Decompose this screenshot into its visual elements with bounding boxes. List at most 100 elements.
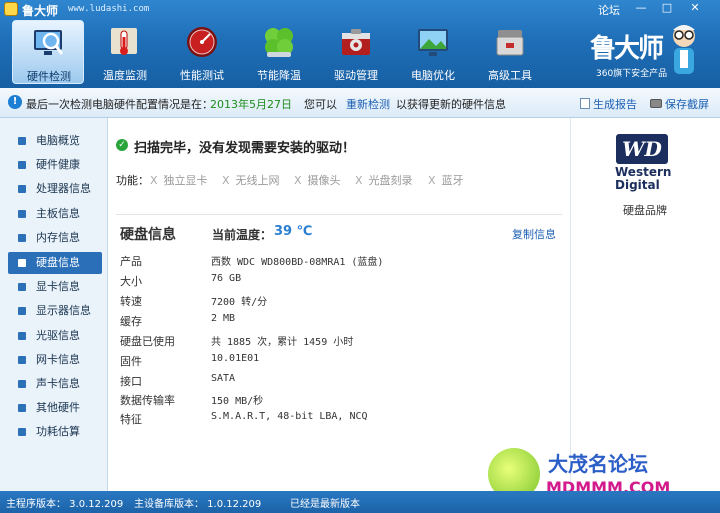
close-button[interactable]: ✕ — [686, 1, 704, 14]
last-scan-date: 2013年5月27日 — [210, 98, 292, 111]
function-item: X 摄像头 — [294, 172, 341, 188]
monitor-magnifier-icon — [34, 30, 64, 55]
row-value: 7200 转/分 — [211, 297, 268, 308]
tool-advanced[interactable]: 高级工具 — [474, 20, 546, 84]
db-version: 主设备库版本： 1.0.12.209 — [134, 499, 262, 510]
tool-temperature[interactable]: 温度监测 — [89, 20, 161, 84]
bullet-icon — [18, 259, 26, 267]
cross-icon: X — [355, 174, 363, 187]
tool-energy-saving[interactable]: 节能降温 — [243, 20, 315, 84]
bullet-icon — [18, 161, 26, 169]
main-version: 主程序版本： 3.0.12.209 — [6, 499, 124, 510]
row-value: 西数 WDC WD800BD-08MRA1 (蓝盘) — [211, 257, 384, 268]
restore-button[interactable]: □ — [658, 1, 676, 14]
row-value: 2 MB — [211, 313, 236, 324]
sidebar-item-label: 其他硬件 — [36, 401, 80, 414]
app-name: 鲁大师 — [22, 4, 59, 18]
info-bar: ! 最后一次检测电脑硬件配置情况是在： 2013年5月27日 您可以 重新检测 … — [0, 88, 720, 118]
sidebar-item-label: 声卡信息 — [36, 377, 80, 390]
wd-name-line2: Digital — [615, 178, 660, 192]
mascot-icon — [673, 25, 695, 74]
row-value: 10.01E01 — [211, 353, 260, 364]
app-logo-icon — [4, 2, 18, 16]
generate-report-label: 生成报告 — [593, 98, 637, 111]
function-item: X 光盘刻录 — [355, 172, 413, 188]
bullet-icon — [18, 283, 26, 291]
tool-driver-manage[interactable]: 驱动管理 — [320, 20, 392, 84]
sidebar-item-label: 硬件健康 — [36, 158, 80, 171]
disk-brand-caption: 硬盘品牌 — [623, 204, 667, 217]
check-icon: ✓ — [116, 139, 128, 151]
thermometer-icon — [111, 28, 137, 55]
scan-result-message: 扫描完毕，没有发现需要安装的驱动！ — [134, 141, 356, 156]
tool-optimize[interactable]: 电脑优化 — [397, 20, 469, 84]
bullet-icon — [18, 307, 26, 315]
sidebar-item-disk[interactable]: 硬盘信息 — [8, 252, 102, 274]
sidebar-item-gpu[interactable]: 显卡信息 — [8, 276, 102, 298]
app-url: www.ludashi.com — [68, 4, 150, 14]
sidebar-item-motherboard[interactable]: 主板信息 — [8, 203, 102, 225]
save-screenshot-button[interactable]: 保存截屏 — [650, 96, 709, 112]
info-row-transfer-rate: 数据传输率 150 MB/秒 — [120, 389, 560, 409]
sidebar-item-power[interactable]: 功耗估算 — [8, 421, 102, 443]
sidebar-item-label: 处理器信息 — [36, 182, 91, 195]
row-key: 硬盘已使用 — [120, 335, 175, 348]
info-row-cache: 缓存 2 MB — [120, 310, 560, 330]
info-icon: ! — [8, 95, 22, 109]
copy-info-link[interactable]: 复制信息 — [512, 226, 556, 242]
report-icon — [580, 98, 590, 109]
rescan-link[interactable]: 重新检测 — [346, 96, 390, 112]
clover-leaf-icon — [265, 28, 293, 57]
sidebar-item-optical[interactable]: 光驱信息 — [8, 325, 102, 347]
function-name: 摄像头 — [307, 174, 341, 187]
row-value: 150 MB/秒 — [211, 396, 264, 407]
tool-performance[interactable]: 性能测试 — [166, 20, 238, 84]
sidebar-item-sound[interactable]: 声卡信息 — [8, 373, 102, 395]
info-row-firmware: 固件 10.01E01 — [120, 350, 560, 370]
info-row-product: 产品 西数 WDC WD800BD-08MRA1 (蓝盘) — [120, 250, 560, 270]
tool-hardware-detect[interactable]: 硬件检测 — [12, 20, 84, 84]
sidebar-item-label: 内存信息 — [36, 231, 80, 244]
row-key: 固件 — [120, 355, 142, 368]
sidebar-item-label: 光驱信息 — [36, 329, 80, 342]
watermark-title: 大茂名论坛 — [548, 452, 648, 476]
sidebar-item-label: 功耗估算 — [36, 425, 80, 438]
function-item: X 蓝牙 — [428, 172, 464, 188]
sidebar-item-network[interactable]: 网卡信息 — [8, 349, 102, 371]
forum-link[interactable]: 论坛 — [598, 2, 620, 18]
main-toolbar: 硬件检测 温度监测 性能测试 节能降温 驱动管理 电脑优化 高级工具 — [8, 20, 568, 84]
row-value: 76 GB — [211, 273, 242, 284]
toolbox-icon — [496, 30, 524, 56]
minimize-button[interactable]: — — [632, 1, 650, 14]
info-row-interface: 接口 SATA — [120, 370, 560, 390]
row-key: 转速 — [120, 295, 142, 308]
disk-section-title: 硬盘信息 — [120, 227, 176, 243]
sidebar-item-monitor[interactable]: 显示器信息 — [8, 300, 102, 322]
tool-label: 驱动管理 — [334, 69, 378, 82]
bullet-icon — [18, 234, 26, 242]
bullet-icon — [18, 332, 26, 340]
row-key: 大小 — [120, 275, 142, 288]
row-key: 缓存 — [120, 315, 142, 328]
function-item: X 无线上网 — [222, 172, 280, 188]
sidebar-item-cpu[interactable]: 处理器信息 — [8, 178, 102, 200]
function-name: 蓝牙 — [441, 174, 464, 187]
row-value: S.M.A.R.T, 48-bit LBA, NCQ — [211, 411, 368, 422]
row-key: 产品 — [120, 255, 142, 268]
tool-label: 电脑优化 — [411, 69, 455, 82]
temperature-value: 39 ℃ — [274, 224, 313, 239]
info-row-usage: 硬盘已使用 共 1885 次，累计 1459 小时 — [120, 330, 560, 350]
row-value: 共 1885 次，累计 1459 小时 — [211, 337, 354, 348]
brand-subtitle: 360旗下安全产品 — [596, 69, 668, 79]
sidebar-item-overview[interactable]: 电脑概览 — [8, 130, 102, 152]
sidebar: 电脑概览 硬件健康 处理器信息 主板信息 内存信息 硬盘信息 显卡信息 显示器信… — [0, 118, 108, 491]
sidebar-item-other[interactable]: 其他硬件 — [8, 397, 102, 419]
cross-icon: X — [222, 174, 230, 187]
sidebar-item-memory[interactable]: 内存信息 — [8, 227, 102, 249]
row-key: 特征 — [120, 413, 142, 426]
generate-report-button[interactable]: 生成报告 — [580, 96, 637, 112]
row-key: 数据传输率 — [120, 394, 175, 407]
sidebar-item-health[interactable]: 硬件健康 — [8, 154, 102, 176]
monitor-landscape-icon — [418, 29, 448, 56]
title-bar: 鲁大师 www.ludashi.com 论坛 — □ ✕ — [0, 0, 720, 18]
